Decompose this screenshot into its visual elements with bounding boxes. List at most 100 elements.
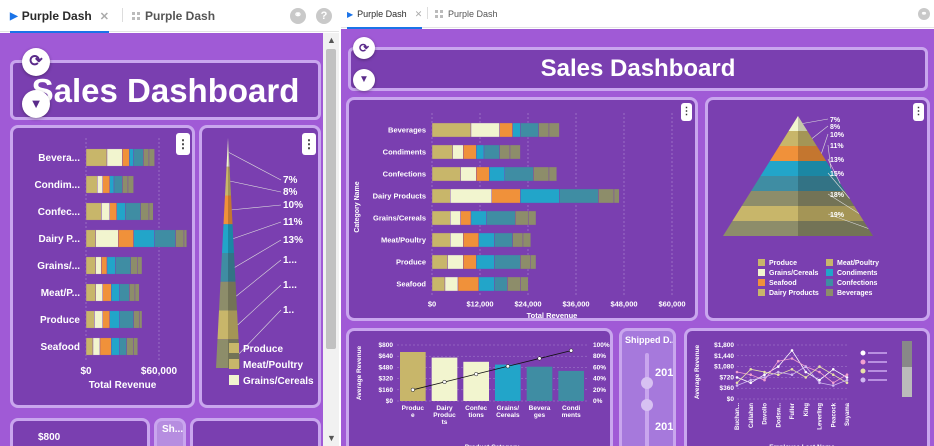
category-label: ges <box>534 412 546 419</box>
employee-series-point <box>818 370 821 374</box>
pyramid-label: 10% <box>830 132 845 139</box>
employee-series-point <box>749 373 753 376</box>
category-label: Produc <box>402 405 425 412</box>
refresh-button[interactable]: ⟳ <box>22 48 50 76</box>
revenue-card: ⋮ $0 $12,000 $24,000 $36,000 $48,000 $60,000 B… <box>346 97 698 321</box>
bar-segment <box>140 202 150 221</box>
pyramid-layer-shade <box>228 310 239 340</box>
y-axis-title: Average Revenue <box>356 345 363 400</box>
bar-segment <box>110 283 120 302</box>
tab-purple-dash-active[interactable]: ▶ Purple Dash ✕ <box>347 0 423 29</box>
employee-series-point <box>763 376 766 379</box>
bar-segment <box>475 254 495 270</box>
legend-swatch <box>758 289 765 296</box>
employee-name-label: Callahan <box>749 403 755 428</box>
close-tab-icon[interactable]: ✕ <box>100 10 109 23</box>
bar-segment <box>95 229 119 248</box>
category-label: Grains/ <box>497 405 520 412</box>
legend-marker <box>860 359 866 365</box>
filter-button[interactable]: ▼ <box>353 69 375 91</box>
bar-segment <box>95 283 104 302</box>
y2-tick-label: 100% <box>593 342 610 349</box>
shipped-card-zoomed: Sh... <box>154 418 186 446</box>
date-slider-handle-start[interactable] <box>641 377 653 389</box>
bar-segment <box>148 148 155 167</box>
pyramid-layer-shade <box>798 221 873 236</box>
employee-series-point <box>735 376 739 379</box>
pyramid-card-zoomed: ⋮ 7% 8% 10% 11% 13% 1... 1... 1.. Produce Meat/Po… <box>199 125 321 408</box>
help-icon[interactable]: ? <box>316 8 332 24</box>
bar-segment <box>106 256 116 275</box>
employee-series-point <box>831 384 835 387</box>
employee-name-label: King <box>804 403 810 417</box>
bar-segment <box>85 148 108 167</box>
bar-segment <box>512 232 524 248</box>
y-tick-label: $720 <box>720 374 735 381</box>
bar-segment <box>133 229 155 248</box>
category-label: Produc <box>433 412 456 419</box>
employee-series-point <box>845 376 849 379</box>
pyramid-card: ⋮ 7% 8% 10% 11% 13% 15% 18% 19% Produce Meat/Poul… <box>705 97 930 321</box>
bar-segment <box>520 276 529 292</box>
left-tabbar: ▶ Purple Dash ✕ Purple Dash ⚭ ? <box>0 0 339 33</box>
scroll-up-icon[interactable]: ▲ <box>327 35 336 45</box>
scroll-thumb[interactable] <box>326 49 336 349</box>
play-icon: ▶ <box>347 9 354 19</box>
screenshot-root: ▶ Purple Dash ✕ Purple Dash ⚭ ? Sales Da… <box>0 0 934 446</box>
bar-segment <box>460 166 477 182</box>
pyramid-layer-shade <box>228 224 234 253</box>
bar-segment <box>431 254 448 270</box>
category-label: Cereals <box>496 412 520 419</box>
employee-series-point <box>735 370 739 374</box>
bar-segment <box>137 256 143 275</box>
bar-segment <box>124 202 141 221</box>
legend-label: Grains/Cereals <box>243 376 314 387</box>
refresh-icon: ⟳ <box>29 53 43 70</box>
tab-purple-dash[interactable]: Purple Dash <box>132 0 215 32</box>
close-tab-icon[interactable]: ✕ <box>415 9 423 20</box>
legend-marker <box>860 368 866 374</box>
bar-segment <box>94 310 104 329</box>
legend-marker <box>860 350 866 356</box>
category-label: Seafood <box>396 280 426 289</box>
bar-segment <box>548 166 558 182</box>
avg-revenue-chart: $800 $640 $480 $320 $160 $0 100% 80% 60% 40% 20% 0%… <box>356 342 610 446</box>
bar-segment <box>127 175 134 194</box>
category-label: Bevera <box>529 405 551 412</box>
y-tick-label: $800 <box>38 432 61 443</box>
leader-line <box>821 133 829 154</box>
bar-segment <box>499 122 513 138</box>
dashboard-grid-icon <box>435 9 444 19</box>
filter-button[interactable]: ▼ <box>22 90 50 118</box>
y2-tick-label: 40% <box>593 376 606 383</box>
bar-segment <box>559 188 599 204</box>
link-icon[interactable]: ⚭ <box>918 8 930 20</box>
bar-segment <box>122 175 129 194</box>
tab-label: Purple Dash <box>21 9 92 23</box>
link-icon[interactable]: ⚭ <box>290 8 306 24</box>
legend-marker <box>860 377 866 383</box>
legend-swatch <box>229 359 239 369</box>
scroll-down-icon[interactable]: ▼ <box>327 433 336 443</box>
employee-series-point <box>831 373 835 376</box>
dashboard-title: Sales Dashboard <box>10 60 321 120</box>
bar-segment <box>102 310 111 329</box>
legend-label: Dairy Products <box>769 290 819 297</box>
y-tick-label: $1,440 <box>714 353 734 360</box>
employee-series-point <box>818 365 821 368</box>
bar-segment <box>449 232 464 248</box>
bar-segment <box>504 166 534 182</box>
tab-purple-dash[interactable]: Purple Dash <box>435 0 498 28</box>
legend-scroll-thumb <box>902 341 912 367</box>
avg-bar <box>526 366 553 401</box>
bar-segment <box>509 144 521 160</box>
vertical-scrollbar[interactable]: ▲ ▼ <box>323 33 339 446</box>
refresh-button[interactable]: ⟳ <box>353 37 375 59</box>
date-slider-handle-end[interactable] <box>641 399 653 411</box>
tab-purple-dash-active[interactable]: ▶ Purple Dash ✕ <box>10 0 109 33</box>
category-label: tions <box>468 412 484 419</box>
year-label-start: 2015 <box>655 367 674 379</box>
pyramid-label: 1.. <box>283 305 294 316</box>
avg-revenue-card: $800 $640 $480 $320 $160 $0 100% 80% 60% 40% 20% 0%… <box>346 328 613 446</box>
bar-segment <box>538 122 550 138</box>
